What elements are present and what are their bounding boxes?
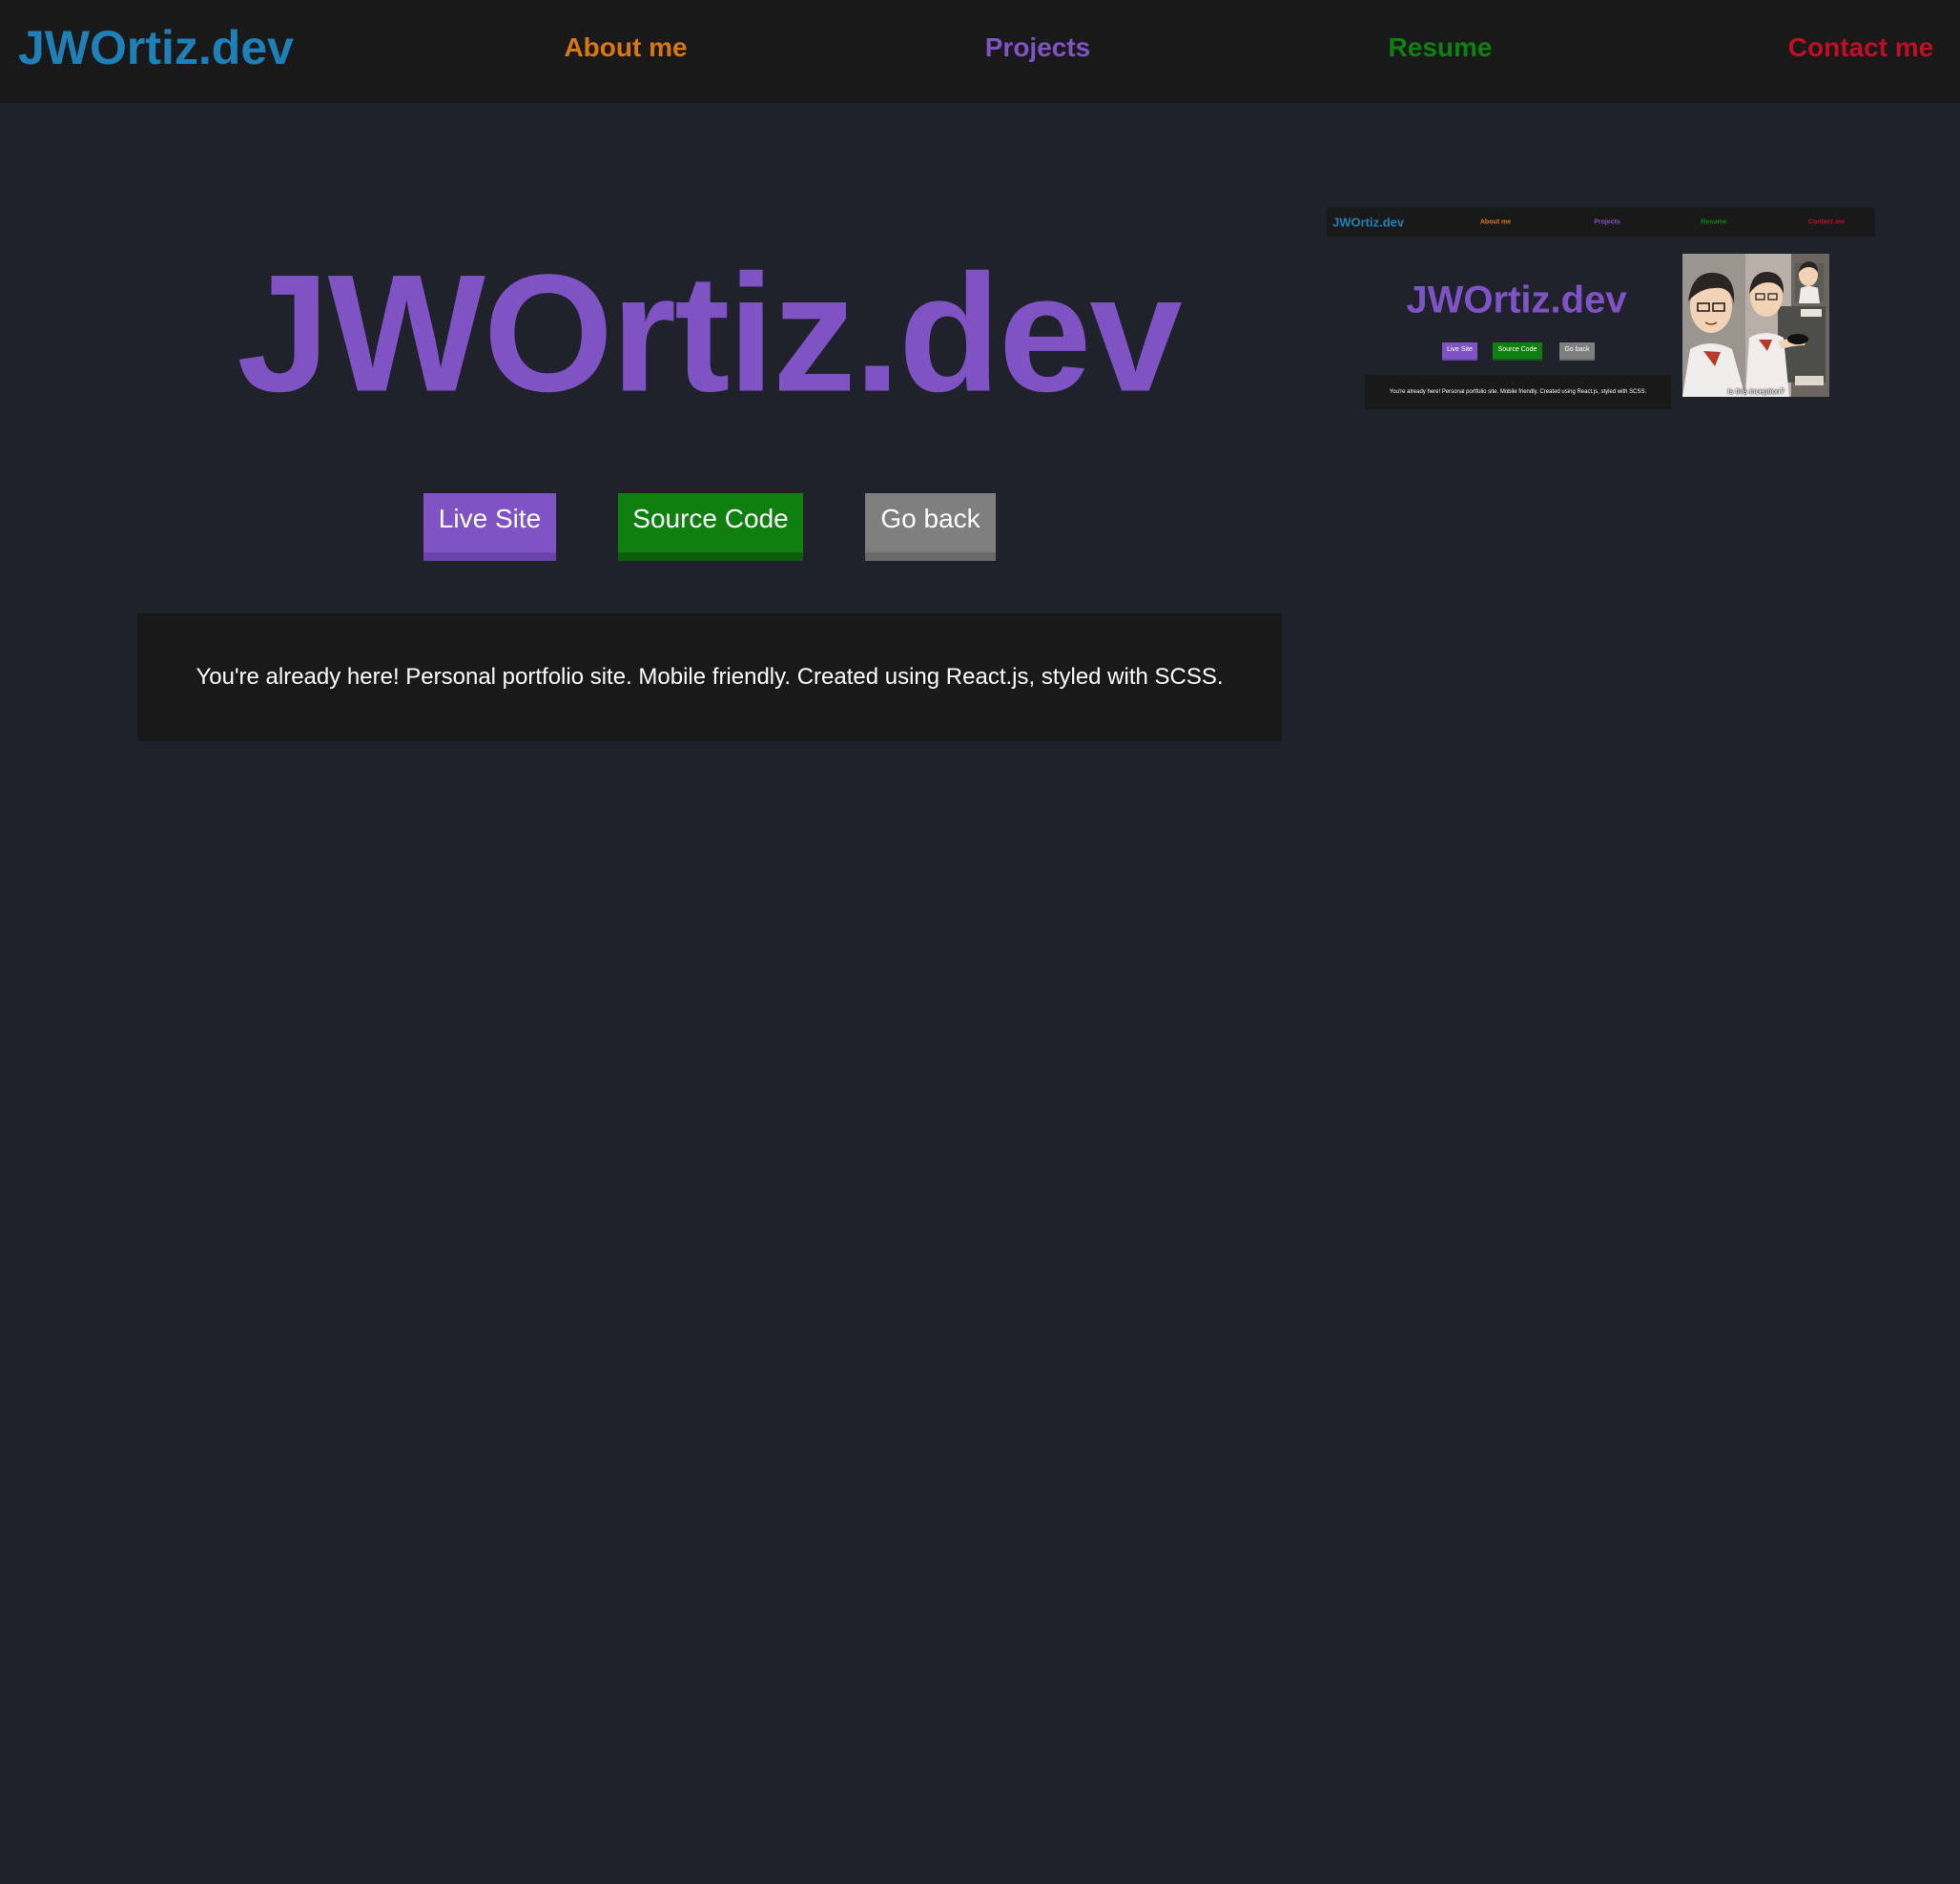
brand-logo-link[interactable]: JWOrtiz.dev (18, 20, 294, 75)
meme-image: Is this inception? (1682, 254, 1829, 397)
project-description: You're already here! Personal portfolio … (196, 664, 1224, 690)
project-description-box: You're already here! Personal portfolio … (137, 613, 1282, 741)
meme-caption: Is this inception? (1727, 387, 1785, 396)
thumbnail-source-button: Source Code (1493, 342, 1542, 361)
source-code-button[interactable]: Source Code (618, 493, 803, 561)
thumbnail-title: JWOrtiz.dev (1406, 279, 1627, 321)
nav-contact-link[interactable]: Contact me (1788, 32, 1933, 63)
thumbnail-back-button: Go back (1559, 342, 1595, 361)
thumbnail-live-button: Live Site (1442, 342, 1477, 361)
thumbnail-nav-projects: Projects (1594, 218, 1620, 226)
project-title: JWOrtiz.dev (237, 240, 1182, 427)
thumbnail-nav-contact: Contact me (1807, 218, 1846, 226)
project-screenshot: JWOrtiz.dev About me Projects Resume Con… (1327, 208, 1875, 410)
nav-about-link[interactable]: About me (564, 32, 687, 63)
live-site-button[interactable]: Live Site (423, 493, 556, 561)
go-back-button[interactable]: Go back (865, 493, 996, 561)
navbar: JWOrtiz.dev About me Projects Resume Con… (0, 0, 1960, 103)
thumbnail-nav-about: About me (1479, 218, 1512, 226)
meme-illustration (1682, 254, 1829, 397)
nav-projects-link[interactable]: Projects (985, 32, 1091, 63)
thumbnail-navbar: JWOrtiz.dev About me Projects Resume Con… (1327, 208, 1875, 237)
thumbnail-brand: JWOrtiz.dev (1332, 215, 1405, 230)
thumbnail-description-box: You're already here! Personal portfolio … (1365, 375, 1671, 409)
thumbnail-nav-resume: Resume (1701, 218, 1727, 226)
meme-speech-bubble (1787, 334, 1808, 344)
thumbnail-description: You're already here! Personal portfolio … (1389, 389, 1647, 395)
nav-resume-link[interactable]: Resume (1389, 32, 1493, 63)
